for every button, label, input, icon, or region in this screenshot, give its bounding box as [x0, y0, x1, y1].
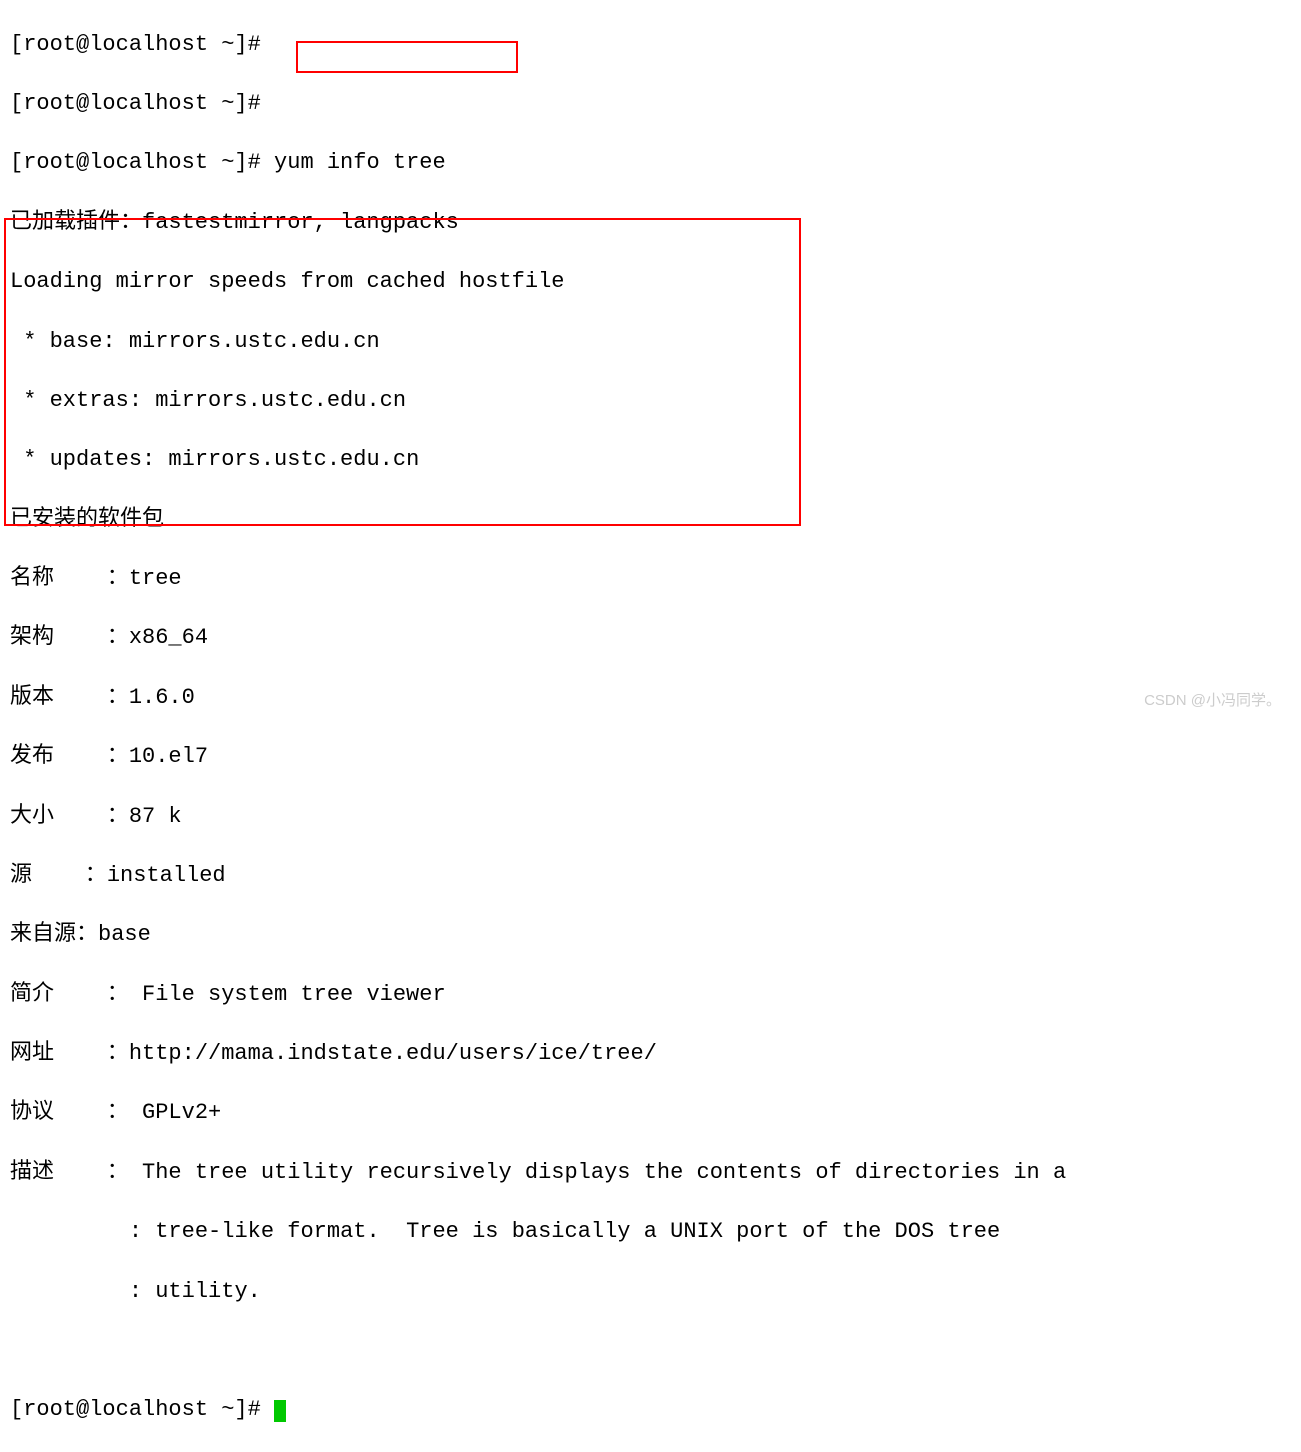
repo-label: 源 ： [10, 863, 107, 888]
version-label: 版本 ： [10, 685, 129, 710]
pkg-version-line: 版本 ：1.6.0 [10, 683, 1301, 713]
pkg-license-line: 协议 ： GPLv2+ [10, 1098, 1301, 1128]
installed-packages-header: 已安装的软件包 [10, 505, 1301, 535]
loading-mirrors-line: Loading mirror speeds from cached hostfi… [10, 267, 1301, 297]
size-label: 大小 ： [10, 804, 129, 829]
prompt-line-partial: [root@localhost ~]# [10, 30, 1301, 60]
pkg-size-line: 大小 ：87 k [10, 802, 1301, 832]
pkg-url-line: 网址 ：http://mama.indstate.edu/users/ice/t… [10, 1039, 1301, 1069]
arch-value: x86_64 [129, 625, 208, 650]
pkg-release-line: 发布 ：10.el7 [10, 742, 1301, 772]
license-label: 协议 ： [10, 1100, 142, 1125]
pkg-arch-line: 架构 ：x86_64 [10, 623, 1301, 653]
desc-cont-1: : [10, 1219, 155, 1244]
release-label: 发布 ： [10, 744, 129, 769]
shell-prompt-final: [root@localhost ~]# [10, 1397, 274, 1422]
name-label: 名称 ： [10, 566, 129, 591]
mirror-extras-line: * extras: mirrors.ustc.edu.cn [10, 386, 1301, 416]
watermark-text: CSDN @小冯同学。 [1144, 691, 1281, 711]
desc-value-2: tree-like format. Tree is basically a UN… [155, 1219, 1000, 1244]
blank-line [10, 1336, 1301, 1366]
desc-label: 描述 ： [10, 1160, 142, 1185]
size-value: 87 k [129, 804, 182, 829]
mirror-base-line: * base: mirrors.ustc.edu.cn [10, 327, 1301, 357]
prompt-line-empty: [root@localhost ~]# [10, 89, 1301, 119]
summary-value: File system tree viewer [142, 982, 446, 1007]
url-value: http://mama.indstate.edu/users/ice/tree/ [129, 1041, 657, 1066]
cursor-block [274, 1400, 286, 1422]
release-value: 10.el7 [129, 744, 208, 769]
fromrepo-label: 来自源： [10, 922, 98, 947]
license-value: GPLv2+ [142, 1100, 221, 1125]
command-line: [root@localhost ~]# yum info tree [10, 148, 1301, 178]
typed-command[interactable]: yum info tree [274, 150, 446, 175]
pkg-fromrepo-line: 来自源：base [10, 920, 1301, 950]
pkg-desc-line3: : utility. [10, 1277, 1301, 1307]
arch-label: 架构 ： [10, 625, 129, 650]
desc-value-1: The tree utility recursively displays th… [142, 1160, 1066, 1185]
desc-cont-2: : [10, 1279, 155, 1304]
pkg-name-line: 名称 ：tree [10, 564, 1301, 594]
url-label: 网址 ： [10, 1041, 129, 1066]
repo-value: installed [107, 863, 226, 888]
name-value: tree [129, 566, 182, 591]
pkg-desc-line2: : tree-like format. Tree is basically a … [10, 1217, 1301, 1247]
desc-value-3: utility. [155, 1279, 261, 1304]
pkg-desc-line1: 描述 ： The tree utility recursively displa… [10, 1158, 1301, 1188]
pkg-repo-line: 源 ：installed [10, 861, 1301, 891]
shell-prompt: [root@localhost ~]# [10, 150, 274, 175]
pkg-summary-line: 简介 ： File system tree viewer [10, 980, 1301, 1010]
mirror-updates-line: * updates: mirrors.ustc.edu.cn [10, 445, 1301, 475]
terminal-output: [root@localhost ~]# [root@localhost ~]# … [0, 0, 1301, 1452]
version-value: 1.6.0 [129, 685, 195, 710]
plugins-line: 已加载插件：fastestmirror, langpacks [10, 208, 1301, 238]
summary-label: 简介 ： [10, 982, 142, 1007]
final-prompt-line[interactable]: [root@localhost ~]# [10, 1395, 1301, 1425]
fromrepo-value: base [98, 922, 151, 947]
